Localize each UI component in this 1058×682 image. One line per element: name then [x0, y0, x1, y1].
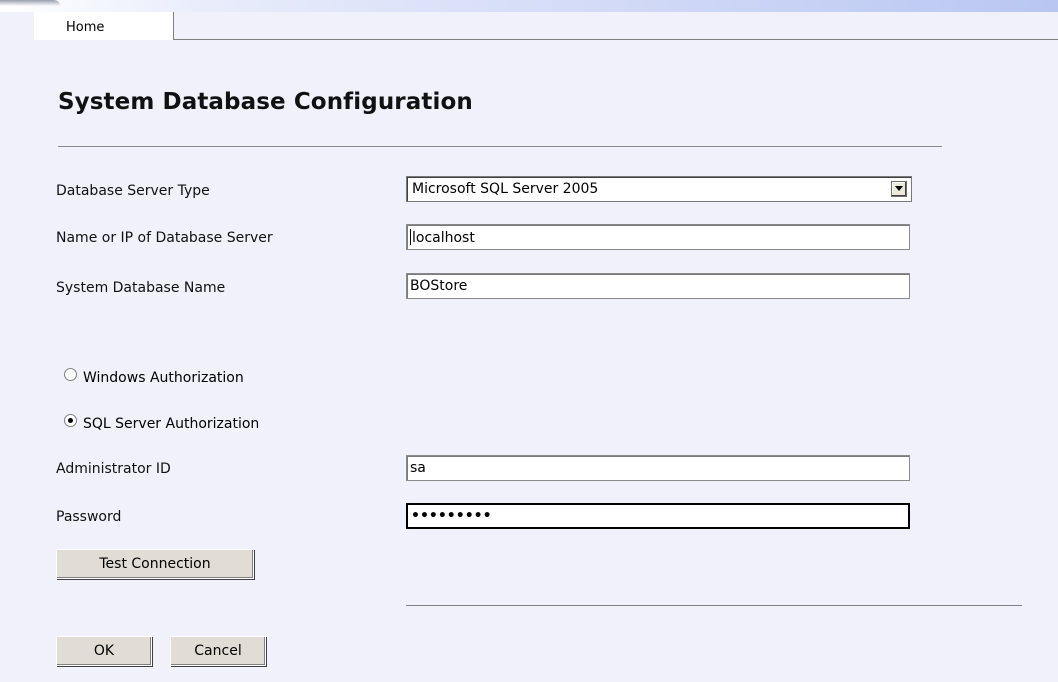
server-name-label: Name or IP of Database Server: [56, 230, 273, 246]
window-corner: [0, 0, 60, 6]
password-label: Password: [56, 509, 122, 525]
db-name-value: BOStore: [410, 278, 468, 294]
server-name-value: localhost: [412, 230, 475, 246]
ok-button[interactable]: OK: [56, 636, 152, 666]
text-caret: [410, 229, 411, 245]
windows-auth-radio[interactable]: [64, 368, 77, 381]
server-type-value: Microsoft SQL Server 2005: [412, 181, 599, 197]
server-type-label: Database Server Type: [56, 183, 210, 199]
config-page: Home System Database Configuration Datab…: [0, 0, 1058, 682]
db-name-label: System Database Name: [56, 280, 226, 296]
cancel-button[interactable]: Cancel: [170, 636, 266, 666]
windows-auth-label: Windows Authorization: [83, 370, 244, 386]
server-name-input[interactable]: localhost: [406, 224, 910, 250]
test-connection-button[interactable]: Test Connection: [56, 549, 254, 579]
page-title: System Database Configuration: [58, 89, 473, 115]
admin-id-value: sa: [410, 460, 426, 476]
password-input[interactable]: •••••••••: [406, 503, 910, 529]
sql-auth-radio[interactable]: [64, 414, 77, 427]
server-type-select[interactable]: Microsoft SQL Server 2005: [406, 176, 912, 202]
tab-home[interactable]: Home: [34, 12, 174, 40]
bottom-divider: [406, 605, 1022, 606]
window-top-strip: [0, 0, 1058, 12]
windows-auth-option[interactable]: Windows Authorization: [64, 368, 244, 386]
tab-baseline: [174, 39, 1058, 40]
admin-id-input[interactable]: sa: [406, 455, 910, 481]
title-divider: [58, 146, 942, 147]
tab-home-label: Home: [66, 20, 105, 35]
admin-id-label: Administrator ID: [56, 461, 171, 477]
sql-auth-label: SQL Server Authorization: [83, 416, 260, 432]
db-name-input[interactable]: BOStore: [406, 273, 910, 299]
chevron-down-icon[interactable]: [891, 181, 907, 197]
sql-auth-option[interactable]: SQL Server Authorization: [64, 414, 259, 432]
password-value: •••••••••: [411, 508, 492, 524]
